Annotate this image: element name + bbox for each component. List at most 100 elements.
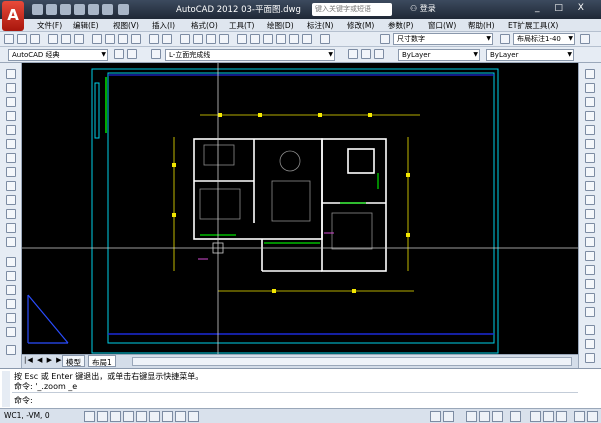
stretch-icon[interactable] <box>585 181 595 191</box>
polyline-icon[interactable] <box>6 97 16 107</box>
command-window[interactable]: 按 Esc 或 Enter 键退出，或单击右键显示快捷菜单。 命令: '_.zo… <box>0 368 601 408</box>
menu-window[interactable]: 窗口(W) <box>428 20 456 31</box>
layer-dropdown[interactable]: L-立面完成线 ▼ <box>165 49 335 61</box>
zoom-previous-icon[interactable] <box>219 34 229 44</box>
command-prompt[interactable]: 命令: <box>14 395 33 406</box>
workspace-save-icon[interactable] <box>127 49 137 59</box>
dimscale-dropdown[interactable]: 布局标注1-40 ▼ <box>513 33 575 45</box>
gradient-icon[interactable] <box>6 285 16 295</box>
ellipse-arc-icon[interactable] <box>6 209 16 219</box>
dynamic-input-icon[interactable] <box>188 411 199 422</box>
blend-curves-icon[interactable] <box>585 293 595 303</box>
login-button[interactable]: ⚇ 登录 <box>410 3 436 14</box>
design-center-icon[interactable] <box>250 34 260 44</box>
properties-icon[interactable] <box>237 34 247 44</box>
isolate-objects-icon[interactable] <box>556 411 567 422</box>
tab-model[interactable]: 模型 <box>62 355 85 367</box>
qnew-icon[interactable] <box>4 34 14 44</box>
open-file-icon[interactable] <box>46 4 57 15</box>
save-toolbar-icon[interactable] <box>30 34 40 44</box>
redo-icon[interactable] <box>118 4 129 15</box>
array-icon[interactable] <box>585 125 595 135</box>
workspace-settings-icon[interactable] <box>114 49 124 59</box>
scale-icon[interactable] <box>585 167 595 177</box>
window-controls[interactable]: _ □ X <box>535 3 590 13</box>
tab-layout1[interactable]: 布局1 <box>88 355 116 367</box>
workspace-switching-icon[interactable] <box>510 411 521 422</box>
workspace-dropdown[interactable]: AutoCAD 经典 ▼ <box>8 49 108 61</box>
move-icon[interactable] <box>585 139 595 149</box>
color-dropdown[interactable]: ByLayer ▼ <box>398 49 480 61</box>
menu-format[interactable]: 格式(O) <box>191 20 218 31</box>
point-icon[interactable] <box>6 257 16 267</box>
zoom-window-icon[interactable] <box>206 34 216 44</box>
dimscale-extra-icon[interactable] <box>580 34 590 44</box>
multiline-text-icon[interactable] <box>6 327 16 337</box>
3d-object-snap-icon[interactable] <box>149 411 160 422</box>
hatch-icon[interactable] <box>6 271 16 281</box>
extend-icon[interactable] <box>585 209 595 219</box>
menu-view[interactable]: 视图(V) <box>113 20 139 31</box>
open-icon[interactable] <box>17 34 27 44</box>
arc-icon[interactable] <box>6 139 16 149</box>
linetype-dropdown[interactable]: ByLayer ▼ <box>486 49 574 61</box>
zoom-realtime-icon[interactable] <box>193 34 203 44</box>
add-selected-icon[interactable] <box>6 345 16 355</box>
help-toolbar-icon[interactable] <box>320 34 330 44</box>
paste-icon[interactable] <box>118 34 128 44</box>
plot-preview-icon[interactable] <box>61 34 71 44</box>
coordinates-readout[interactable]: WC1, -VM, 0 <box>4 411 50 420</box>
publish-icon[interactable] <box>74 34 84 44</box>
layer-state-icon[interactable] <box>374 49 384 59</box>
mirror-icon[interactable] <box>585 97 595 107</box>
polar-tracking-icon[interactable] <box>123 411 134 422</box>
revision-cloud-icon[interactable] <box>6 167 16 177</box>
snap-mode-icon[interactable] <box>84 411 95 422</box>
dimstyle-icon[interactable] <box>380 34 390 44</box>
annotation-visibility-icon[interactable] <box>479 411 490 422</box>
new-file-icon[interactable] <box>32 4 43 15</box>
cut-icon[interactable] <box>92 34 102 44</box>
dim-aligned-icon[interactable] <box>585 339 595 349</box>
drawing-canvas[interactable] <box>22 63 578 354</box>
fillet-icon[interactable] <box>585 279 595 289</box>
dimstyle-dropdown[interactable]: 尺寸数字 ▼ <box>393 33 493 45</box>
object-snap-icon[interactable] <box>136 411 147 422</box>
menu-file[interactable]: 文件(F) <box>37 20 62 31</box>
sheet-set-icon[interactable] <box>276 34 286 44</box>
offset-icon[interactable] <box>585 111 595 121</box>
undo-toolbar-icon[interactable] <box>149 34 159 44</box>
horizontal-scrollbar[interactable] <box>132 357 572 366</box>
copy-object-icon[interactable] <box>585 83 595 93</box>
chamfer-icon[interactable] <box>585 265 595 275</box>
pan-icon[interactable] <box>180 34 190 44</box>
menu-edit[interactable]: 编辑(E) <box>73 20 99 31</box>
make-current-layer-icon[interactable] <box>348 49 358 59</box>
spline-icon[interactable] <box>6 181 16 191</box>
annotation-scale-icon[interactable] <box>466 411 477 422</box>
menu-insert[interactable]: 插入(I) <box>152 20 175 31</box>
app-menu-button[interactable]: A <box>2 1 24 31</box>
circle-icon[interactable] <box>6 153 16 163</box>
layer-manager-icon[interactable] <box>151 49 161 59</box>
dim-radius-icon[interactable] <box>585 353 595 363</box>
plot-icon[interactable] <box>48 34 58 44</box>
line-icon[interactable] <box>6 69 16 79</box>
match-properties-icon[interactable] <box>131 34 141 44</box>
dimscale-icon[interactable] <box>500 34 510 44</box>
tab-nav-arrows[interactable]: |◀ ◀ ▶ ▶| <box>24 356 66 364</box>
undo-icon[interactable] <box>102 4 113 15</box>
status-menu-icon[interactable] <box>574 411 585 422</box>
menu-modify[interactable]: 修改(M) <box>347 20 374 31</box>
redo-toolbar-icon[interactable] <box>162 34 172 44</box>
clean-screen-icon[interactable] <box>587 411 598 422</box>
copy-icon[interactable] <box>105 34 115 44</box>
ellipse-icon[interactable] <box>6 195 16 205</box>
save-icon[interactable] <box>60 4 71 15</box>
erase-icon[interactable] <box>585 69 595 79</box>
menu-parametric[interactable]: 参数(P) <box>388 20 413 31</box>
print-icon[interactable] <box>88 4 99 15</box>
ortho-mode-icon[interactable] <box>110 411 121 422</box>
layer-previous-icon[interactable] <box>361 49 371 59</box>
dynamic-ucs-icon[interactable] <box>175 411 186 422</box>
